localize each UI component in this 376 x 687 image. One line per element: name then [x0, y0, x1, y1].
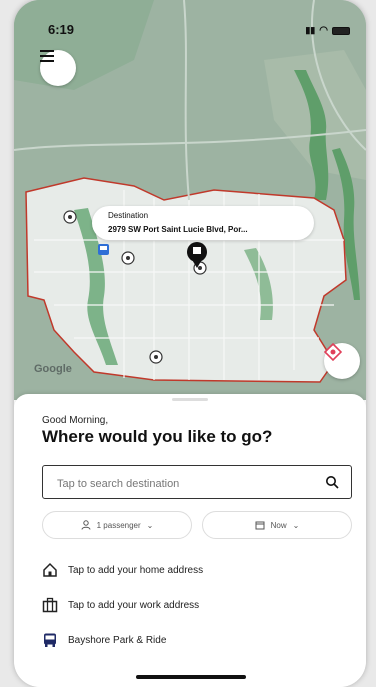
work-row-label: Tap to add your work address: [68, 599, 200, 611]
home-address-row[interactable]: Tap to add your home address: [42, 562, 203, 578]
saved-place-row[interactable]: Bayshore Park & Ride: [42, 632, 166, 648]
destination-label: Destination: [108, 211, 149, 220]
locate-icon: [324, 343, 342, 361]
greeting-text: Good Morning,: [42, 415, 109, 426]
passenger-label: 1 passenger: [96, 520, 141, 530]
map-view[interactable]: 6:19 ▮▮ ◠ Destination 2979 SW Port Saint…: [14, 0, 366, 400]
home-indicator: [136, 675, 246, 679]
passenger-selector[interactable]: 1 passenger ⌄: [42, 511, 192, 539]
menu-button[interactable]: [40, 50, 76, 86]
battery-icon: [332, 26, 350, 35]
search-input[interactable]: [55, 474, 309, 494]
home-icon: [43, 562, 57, 577]
chevron-down-icon: ⌄: [146, 520, 154, 530]
hamburger-icon: [40, 50, 54, 62]
sheet-handle[interactable]: [172, 398, 208, 401]
search-box[interactable]: [42, 465, 352, 499]
wifi-icon: ◠: [319, 25, 328, 36]
saved-place-label: Bayshore Park & Ride: [68, 634, 167, 646]
google-attribution: Google: [34, 363, 72, 375]
destination-callout[interactable]: Destination 2979 SW Port Saint Lucie Blv…: [92, 206, 314, 240]
briefcase-icon: [42, 597, 58, 613]
search-icon[interactable]: [325, 475, 339, 489]
chevron-down-icon: ⌄: [292, 520, 300, 530]
page-title: Where would you like to go?: [42, 427, 273, 446]
work-address-row[interactable]: Tap to add your work address: [42, 597, 199, 613]
bottom-sheet: Good Morning, Where would you like to go…: [14, 394, 366, 687]
time-selector[interactable]: Now ⌄: [202, 511, 352, 539]
phone-frame: 6:19 ▮▮ ◠ Destination 2979 SW Port Saint…: [14, 0, 366, 687]
home-row-label: Tap to add your home address: [68, 564, 204, 576]
time-label: Now: [270, 520, 287, 530]
status-bar: 6:19 ▮▮ ◠: [14, 22, 366, 42]
status-icons: ▮▮ ◠: [305, 25, 350, 36]
calendar-icon: [255, 521, 265, 530]
person-icon: [81, 520, 91, 530]
status-time: 6:19: [48, 22, 75, 37]
locate-me-button[interactable]: [324, 343, 360, 379]
destination-address: 2979 SW Port Saint Lucie Blvd, Por...: [108, 225, 248, 234]
signal-icon: ▮▮: [305, 25, 316, 35]
bus-icon: [44, 633, 56, 647]
